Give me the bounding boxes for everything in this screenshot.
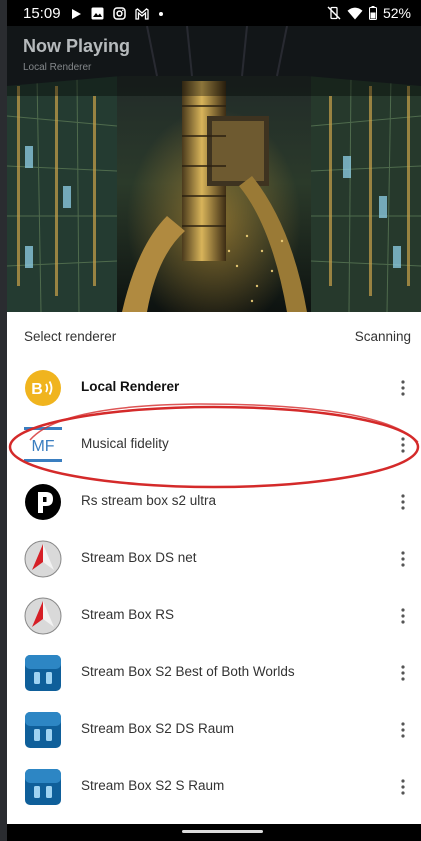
overflow-menu-button[interactable] (385, 714, 421, 746)
dot-icon (158, 11, 163, 16)
stream-box-ds-icon (24, 540, 62, 578)
overflow-menu-button[interactable] (385, 771, 421, 803)
home-gesture-handle[interactable] (182, 830, 263, 833)
navigation-bar (7, 824, 421, 841)
renderer-item-rs-stream-box-s2-ultra[interactable]: Rs stream box s2 ultra (7, 474, 421, 531)
rs-logo-icon (25, 484, 61, 520)
battery-percentage: 52% (382, 5, 411, 21)
more-vert-icon (401, 722, 405, 738)
more-vert-icon (401, 608, 405, 624)
renderer-label: Local Renderer (81, 379, 180, 394)
renderer-label: Stream Box S2 DS Raum (81, 721, 235, 736)
play-icon (71, 8, 81, 19)
status-bar: 15:09 52% (7, 0, 421, 26)
renderer-label: Stream Box RS (81, 607, 175, 622)
renderer-item-stream-box-ds-net[interactable]: Stream Box DS net (7, 531, 421, 588)
wifi-icon (347, 7, 363, 19)
overflow-menu-button[interactable] (385, 429, 421, 461)
now-playing-title: Now Playing (23, 36, 131, 56)
overflow-menu-button[interactable] (385, 600, 421, 632)
overflow-menu-button[interactable] (385, 657, 421, 689)
renderer-item-local-renderer[interactable]: B Local Renderer (7, 360, 421, 417)
overflow-menu-button[interactable] (385, 486, 421, 518)
more-vert-icon (401, 779, 405, 795)
phone-screen: 15:09 52% Now Playing Local Renderer Sel… (7, 0, 421, 841)
more-vert-icon (401, 665, 405, 681)
local-renderer-icon: B (25, 370, 61, 406)
battery-icon (368, 6, 377, 20)
scanning-status: Scanning (354, 329, 411, 344)
stream-box-rs-icon (24, 597, 62, 635)
now-playing-header[interactable]: Now Playing Local Renderer (7, 26, 421, 312)
renderer-label: Stream Box S2 S Raum (81, 778, 225, 793)
renderer-item-stream-box-s2-s-raum[interactable]: Stream Box S2 S Raum (7, 759, 421, 816)
mf-logo-text: MF (31, 438, 54, 455)
image-icon (91, 7, 104, 20)
renderer-label: Stream Box S2 Best of Both Worlds (81, 664, 295, 679)
more-vert-icon (401, 551, 405, 567)
local-renderer-logo-text: B (31, 381, 43, 398)
vibrate-off-icon (327, 6, 341, 20)
now-playing-subtitle: Local Renderer (23, 62, 92, 73)
renderer-item-stream-box-s2-ds-raum[interactable]: Stream Box S2 DS Raum (7, 702, 421, 759)
instagram-icon (112, 7, 126, 20)
stream-box-s2-icon (25, 655, 61, 691)
sheet-title: Select renderer (24, 329, 117, 344)
more-vert-icon (401, 494, 405, 510)
stream-box-s2-icon (25, 712, 61, 748)
gmail-icon (134, 7, 149, 20)
overflow-menu-button[interactable] (385, 543, 421, 575)
sheet-header: Select renderer Scanning (7, 312, 421, 360)
renderer-label: Musical fidelity (81, 436, 169, 451)
renderer-item-stream-box-rs[interactable]: Stream Box RS (7, 588, 421, 645)
more-vert-icon (401, 437, 405, 453)
renderer-label: Stream Box DS net (81, 550, 197, 565)
renderer-item-musical-fidelity[interactable]: MF Musical fidelity (7, 417, 421, 474)
stream-box-s2-icon (25, 769, 61, 805)
renderer-label: Rs stream box s2 ultra (81, 493, 217, 508)
more-vert-icon (401, 380, 405, 396)
overflow-menu-button[interactable] (385, 372, 421, 404)
renderer-item-stream-box-s2-best-of-both-worlds[interactable]: Stream Box S2 Best of Both Worlds (7, 645, 421, 702)
status-time: 15:09 (23, 5, 61, 22)
musical-fidelity-logo: MF (24, 427, 62, 462)
select-renderer-sheet: Select renderer Scanning B Local Rendere… (7, 312, 421, 824)
